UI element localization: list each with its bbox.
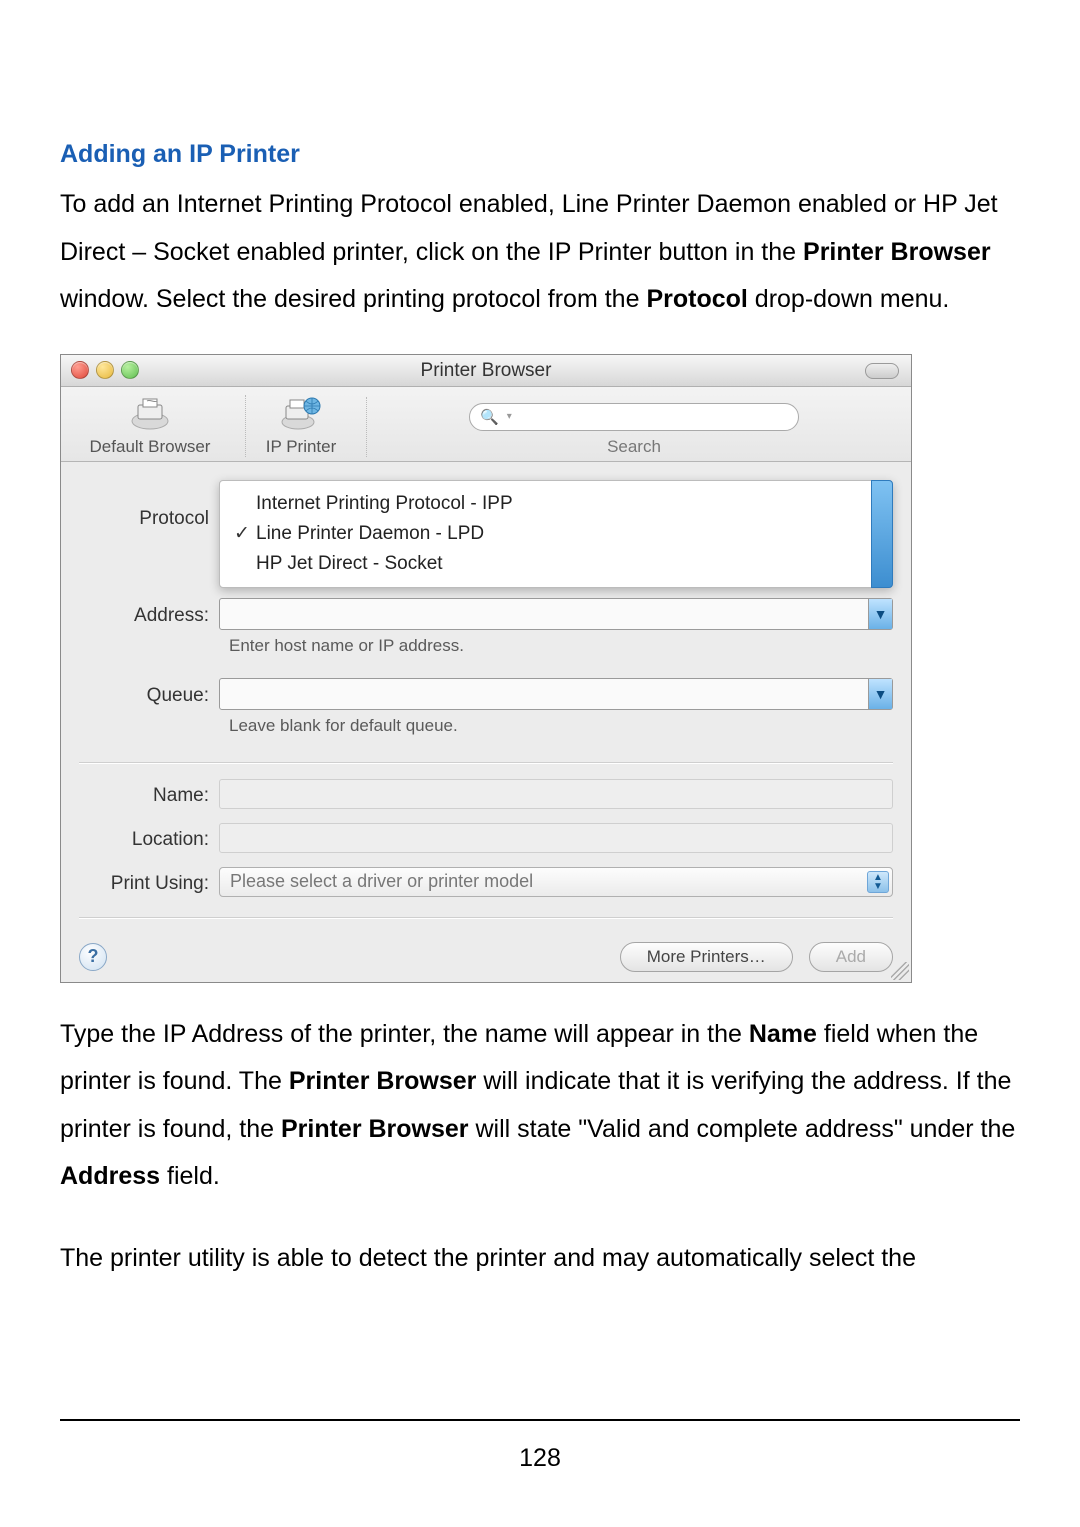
protocol-dropdown[interactable]: Internet Printing Protocol - IPP ✓Line P… (219, 480, 893, 588)
option-text: Line Printer Daemon - LPD (256, 523, 484, 545)
chevron-down-icon: ▾ (507, 411, 512, 422)
dropdown-cap-icon (871, 480, 893, 588)
select-placeholder: Please select a driver or printer model (230, 871, 533, 892)
protocol-option-lpd[interactable]: ✓Line Printer Daemon - LPD (234, 519, 878, 549)
separator (79, 917, 893, 918)
location-label: Location: (79, 825, 219, 851)
resize-grip-icon[interactable] (891, 962, 909, 980)
bold-text: Name (749, 1020, 817, 1048)
help-button[interactable]: ? (79, 943, 107, 971)
window-toolbar: Default Browser IP Printer (61, 387, 911, 462)
protocol-option-socket[interactable]: HP Jet Direct - Socket (234, 549, 878, 579)
text: window. Select the desired printing prot… (60, 285, 646, 313)
option-text: HP Jet Direct - Socket (256, 553, 443, 575)
window-titlebar: Printer Browser (61, 355, 911, 387)
section-heading: Adding an IP Printer (60, 140, 1020, 169)
address-hint: Enter host name or IP address. (229, 636, 893, 656)
window-traffic-lights (71, 361, 139, 379)
toolbar-label: Default Browser (90, 437, 211, 457)
toolbar-label: Search (607, 437, 661, 457)
search-icon: 🔍 (480, 408, 499, 426)
address-input[interactable]: ▼ (219, 598, 893, 630)
bold-text: Address (60, 1162, 160, 1190)
toolbar-label: IP Printer (266, 437, 337, 457)
separator (79, 762, 893, 763)
location-field[interactable] (219, 823, 893, 853)
name-label: Name: (79, 781, 219, 807)
printer-globe-icon (275, 395, 327, 435)
protocol-label: Protocol (79, 480, 219, 530)
bold-text: Printer Browser (281, 1115, 469, 1143)
chevron-down-icon[interactable]: ▼ (868, 599, 892, 629)
bold-text: Printer Browser (289, 1067, 477, 1095)
button-label: More Printers… (647, 947, 766, 967)
printer-browser-window: Printer Browser Default Browser (60, 354, 912, 983)
queue-label: Queue: (79, 681, 219, 707)
default-browser-button[interactable]: Default Browser (75, 395, 225, 457)
option-text: Internet Printing Protocol - IPP (256, 493, 513, 515)
window-body: Protocol Internet Printing Protocol - IP… (61, 462, 911, 928)
close-icon[interactable] (71, 361, 89, 379)
bold-text: Protocol (646, 285, 747, 313)
name-field[interactable] (219, 779, 893, 809)
chevron-down-icon[interactable]: ▼ (868, 679, 892, 709)
button-label: Add (836, 947, 866, 967)
print-using-select[interactable]: Please select a driver or printer model … (219, 867, 893, 897)
footer-rule (60, 1419, 1020, 1421)
post-paragraph: Type the IP Address of the printer, the … (60, 1011, 1020, 1201)
intro-paragraph: To add an Internet Printing Protocol ena… (60, 181, 1020, 324)
address-label: Address: (79, 601, 219, 627)
text: Type the IP Address of the printer, the … (60, 1020, 749, 1048)
minimize-icon[interactable] (96, 361, 114, 379)
text: field. (160, 1162, 220, 1190)
search-input[interactable]: 🔍▾ (469, 403, 799, 431)
queue-hint: Leave blank for default queue. (229, 716, 893, 736)
text: will state "Valid and complete address" … (469, 1115, 1016, 1143)
protocol-option-ipp[interactable]: Internet Printing Protocol - IPP (234, 489, 878, 519)
printer-icon (124, 395, 176, 435)
add-button[interactable]: Add (809, 942, 893, 972)
queue-input[interactable]: ▼ (219, 678, 893, 710)
stepper-icon: ▲▼ (867, 871, 889, 893)
window-footer: ? More Printers… Add (61, 928, 911, 982)
ip-printer-button[interactable]: IP Printer (256, 395, 346, 457)
trailing-paragraph: The printer utility is able to detect th… (60, 1235, 1020, 1283)
zoom-icon[interactable] (121, 361, 139, 379)
bold-text: Printer Browser (803, 238, 991, 266)
more-printers-button[interactable]: More Printers… (620, 942, 793, 972)
window-title: Printer Browser (421, 360, 552, 381)
checkmark-icon: ✓ (234, 522, 256, 545)
toolbar-toggle-icon[interactable] (865, 363, 899, 379)
text: drop-down menu. (748, 285, 950, 313)
print-using-label: Print Using: (79, 869, 219, 895)
page-number: 128 (0, 1444, 1080, 1473)
